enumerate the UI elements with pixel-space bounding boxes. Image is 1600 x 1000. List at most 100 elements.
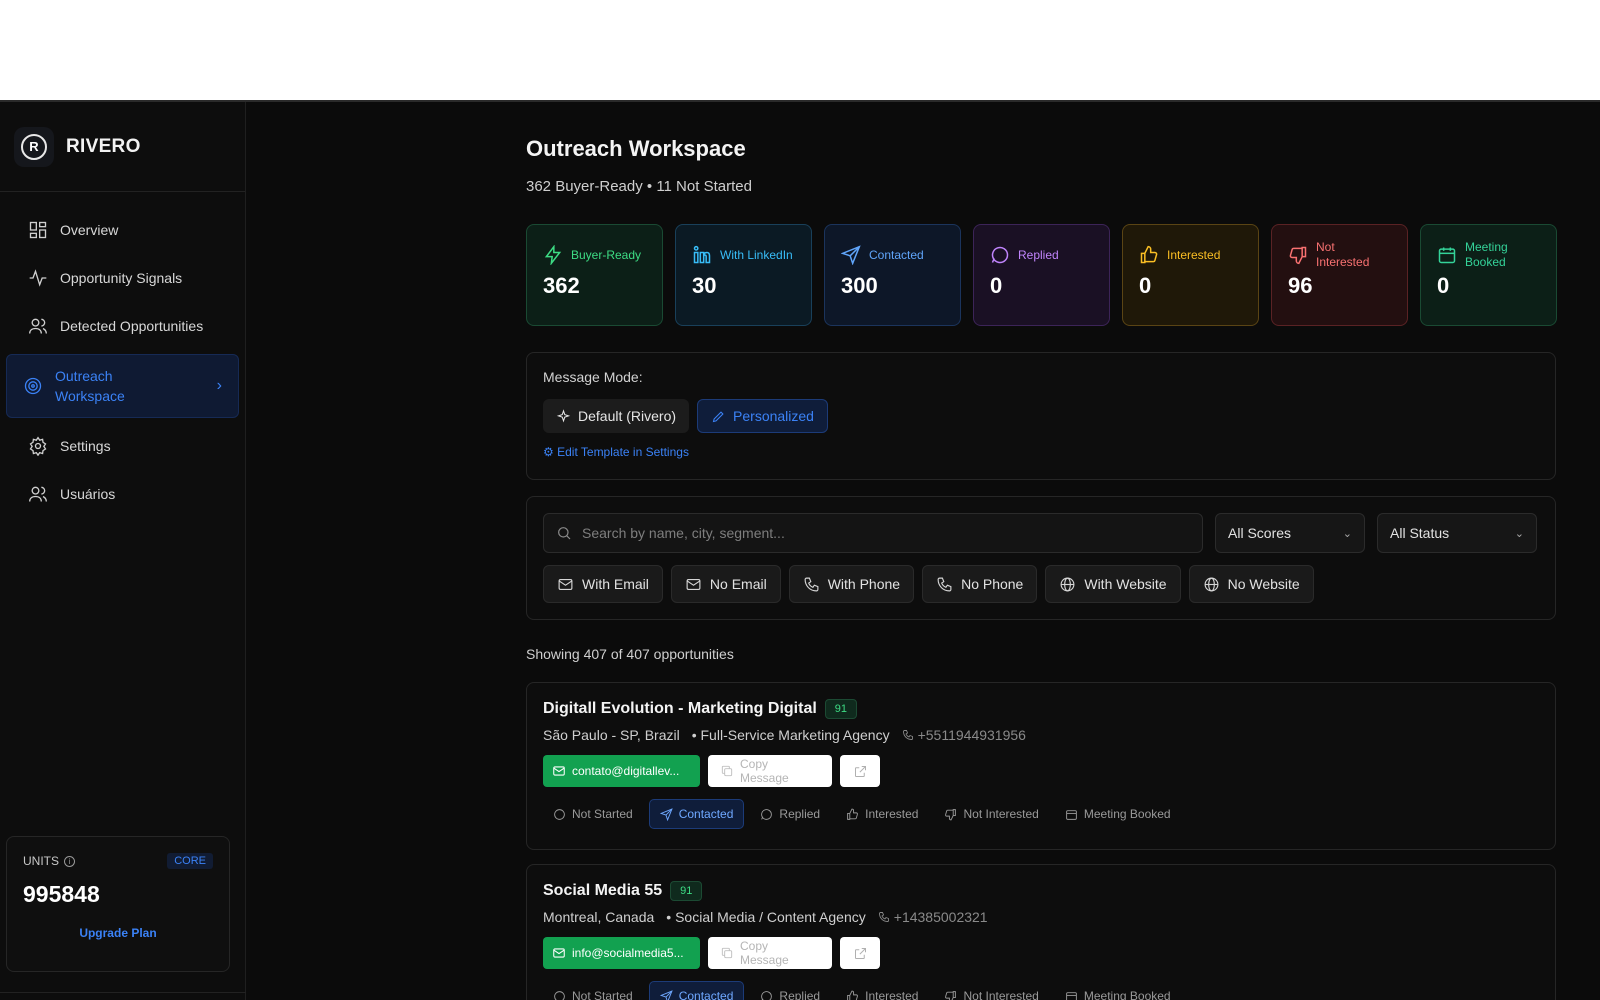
filter-no-website[interactable]: No Website [1189, 565, 1314, 603]
filter-with-website[interactable]: With Website [1045, 565, 1180, 603]
status-not-interested[interactable]: Not Interested [934, 981, 1048, 1000]
edit-template-link[interactable]: ⚙ Edit Template in Settings [543, 445, 1539, 459]
opportunity-card: Digitall Evolution - Marketing Digital 9… [526, 682, 1556, 850]
results-count: Showing 407 of 407 opportunities [526, 646, 734, 662]
status-selector: Not Started Contacted Replied Interested… [543, 799, 1539, 829]
sidebar-item-usuarios[interactable]: Usuários [6, 470, 239, 518]
sidebar-item-detected-opportunities[interactable]: Detected Opportunities [6, 302, 239, 350]
brand-name: RIVERO [66, 136, 141, 158]
stat-interested[interactable]: Interested 0 [1122, 224, 1259, 326]
copy-message-button[interactable]: Copy Message [708, 755, 832, 787]
filter-with-phone[interactable]: With Phone [789, 565, 914, 603]
email-button[interactable]: info@socialmedia5... [543, 937, 700, 969]
sidebar-item-label: Settings [60, 438, 111, 454]
status-meeting-booked[interactable]: Meeting Booked [1055, 981, 1181, 1000]
stat-meeting-booked[interactable]: Meeting Booked 0 [1420, 224, 1557, 326]
company-name[interactable]: Social Media 55 [543, 882, 662, 900]
filter-no-email[interactable]: No Email [671, 565, 781, 603]
thumbs-down-icon [944, 808, 957, 821]
email-button[interactable]: contato@digitallev... [543, 755, 700, 787]
circle-icon [553, 990, 566, 1000]
personalized-mode-button[interactable]: Personalized [697, 399, 828, 433]
stat-buyer-ready[interactable]: Buyer-Ready 362 [526, 224, 663, 326]
open-external-button[interactable] [840, 937, 880, 969]
users-icon [28, 484, 48, 504]
sidebar-item-outreach-workspace[interactable]: Outreach Workspace › [6, 354, 239, 418]
brand[interactable]: R RIVERO [0, 102, 245, 192]
status-select[interactable]: All Status⌄ [1377, 513, 1537, 553]
scores-select[interactable]: All Scores⌄ [1215, 513, 1365, 553]
gear-icon [28, 436, 48, 456]
bolt-icon [543, 245, 563, 265]
mail-icon [557, 576, 574, 593]
status-meeting-booked[interactable]: Meeting Booked [1055, 799, 1181, 829]
units-panel: UNITS i CORE 995848 Upgrade Plan [6, 836, 230, 972]
search-box [543, 513, 1203, 553]
stat-value: 96 [1288, 273, 1391, 299]
score-badge: 91 [670, 881, 702, 901]
stat-label: Meeting Booked [1465, 240, 1540, 270]
open-external-button[interactable] [840, 755, 880, 787]
page-title: Outreach Workspace [526, 136, 746, 162]
filter-no-phone[interactable]: No Phone [922, 565, 1037, 603]
status-not-interested[interactable]: Not Interested [934, 799, 1048, 829]
phone-icon [936, 576, 953, 593]
score-badge: 91 [825, 699, 857, 719]
status-contacted[interactable]: Contacted [649, 981, 745, 1000]
filter-with-email[interactable]: With Email [543, 565, 663, 603]
globe-icon [1059, 576, 1076, 593]
calendar-icon [1065, 990, 1078, 1000]
status-interested[interactable]: Interested [836, 799, 928, 829]
phone-icon [803, 576, 820, 593]
sidebar-item-label: Outreach Workspace [55, 366, 175, 406]
logo-icon: R [14, 127, 54, 167]
status-replied[interactable]: Replied [750, 981, 830, 1000]
info-icon[interactable]: i [64, 856, 75, 867]
stat-value: 30 [692, 273, 795, 299]
thumbs-down-icon [944, 990, 957, 1000]
location: São Paulo - SP, Brazil [543, 727, 680, 743]
send-icon [660, 990, 673, 1000]
thumbs-down-icon [1288, 245, 1308, 265]
copy-message-button[interactable]: Copy Message [708, 937, 832, 969]
status-not-started[interactable]: Not Started [543, 799, 643, 829]
pencil-icon [711, 409, 726, 424]
app-window: R RIVERO Overview Opportunity Signals De… [0, 100, 1600, 1000]
stat-value: 0 [1139, 273, 1242, 299]
search-input[interactable] [582, 525, 1182, 541]
stat-not-interested[interactable]: Not Interested 96 [1271, 224, 1408, 326]
status-selector: Not Started Contacted Replied Interested… [543, 981, 1539, 1000]
users-icon [28, 316, 48, 336]
status-replied[interactable]: Replied [750, 799, 830, 829]
sidebar-item-label: Detected Opportunities [60, 318, 203, 334]
status-not-started[interactable]: Not Started [543, 981, 643, 1000]
company-name[interactable]: Digitall Evolution - Marketing Digital [543, 700, 817, 718]
phone-number: +5511944931956 [902, 727, 1026, 743]
external-link-icon [853, 764, 868, 779]
location: Montreal, Canada [543, 909, 654, 925]
stat-label: Not Interested [1316, 240, 1391, 270]
send-icon [841, 245, 861, 265]
status-interested[interactable]: Interested [836, 981, 928, 1000]
sidebar-item-opportunity-signals[interactable]: Opportunity Signals [6, 254, 239, 302]
grid-icon [28, 220, 48, 240]
stat-with-linkedin[interactable]: With LinkedIn 30 [675, 224, 812, 326]
upgrade-plan-link[interactable]: Upgrade Plan [23, 926, 213, 940]
stat-contacted[interactable]: Contacted 300 [824, 224, 961, 326]
linkedin-icon [692, 245, 712, 265]
plan-badge: CORE [167, 853, 213, 869]
pulse-icon [28, 268, 48, 288]
external-link-icon [853, 946, 868, 961]
chevron-down-icon: ⌄ [1343, 527, 1352, 540]
default-mode-button[interactable]: Default (Rivero) [543, 399, 689, 433]
sidebar-item-overview[interactable]: Overview [6, 206, 239, 254]
message-circle-icon [760, 808, 773, 821]
stat-replied[interactable]: Replied 0 [973, 224, 1110, 326]
sidebar-item-settings[interactable]: Settings [6, 422, 239, 470]
status-contacted[interactable]: Contacted [649, 799, 745, 829]
phone-icon [902, 729, 914, 741]
sidebar-item-label: Overview [60, 222, 118, 238]
circle-icon [553, 808, 566, 821]
send-icon [660, 808, 673, 821]
stat-label: Interested [1167, 248, 1220, 263]
